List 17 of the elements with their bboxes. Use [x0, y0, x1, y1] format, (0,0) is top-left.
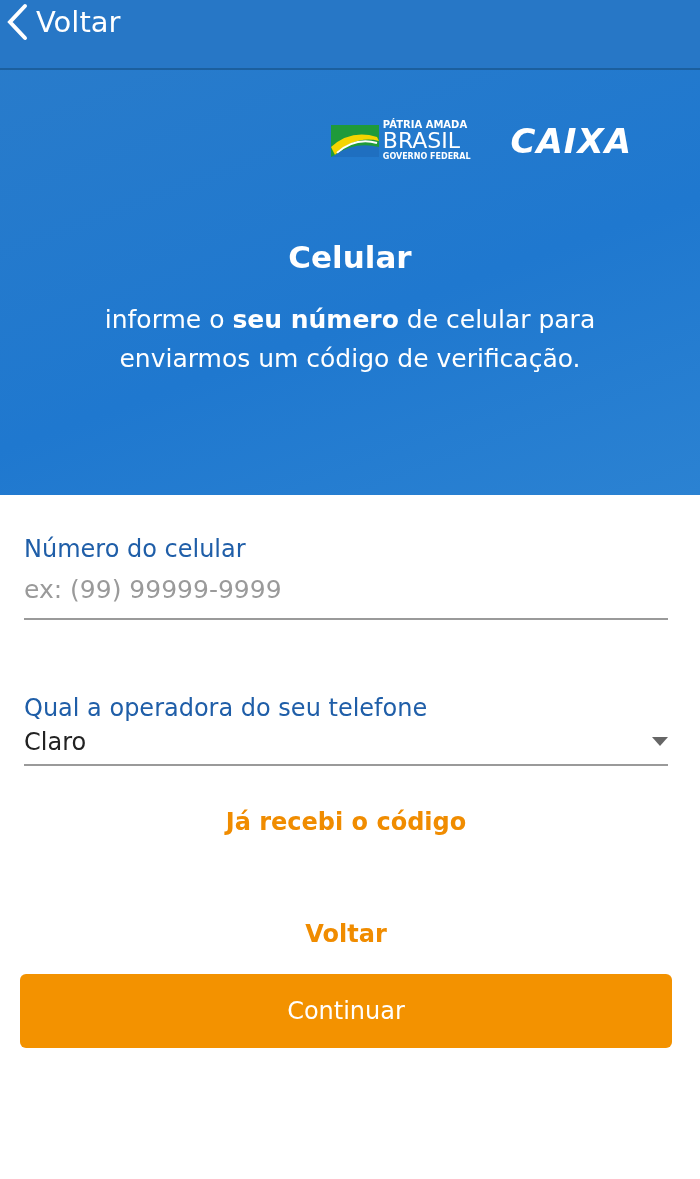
back-link[interactable]: Voltar [6, 3, 121, 41]
flag-icon [330, 124, 379, 157]
bank-logo: CAIXA [510, 120, 632, 161]
logo-text: BRASIL [382, 130, 461, 152]
dropdown-icon [652, 737, 668, 747]
field-label: Qual a operadora do seu telefone [24, 694, 429, 722]
carrier-select[interactable]: Claro [24, 722, 668, 766]
description: informe o seu número de celular para enviarmos um código de verificação. [103, 304, 597, 375]
link[interactable]: Voltar [305, 920, 387, 948]
logo-text: PÁTRIA AMADA [382, 120, 469, 130]
page-title: Celular [287, 239, 413, 275]
phone-input[interactable]: ex: (99) 99999-9999 [24, 563, 668, 620]
link[interactable]: Já recebi o código [225, 808, 467, 836]
field-label: Número do celular [24, 535, 247, 563]
continue-button[interactable]: Continuar [20, 974, 672, 1048]
back-icon [6, 3, 28, 41]
logo-text: GOVERNO FEDERAL [382, 153, 471, 161]
